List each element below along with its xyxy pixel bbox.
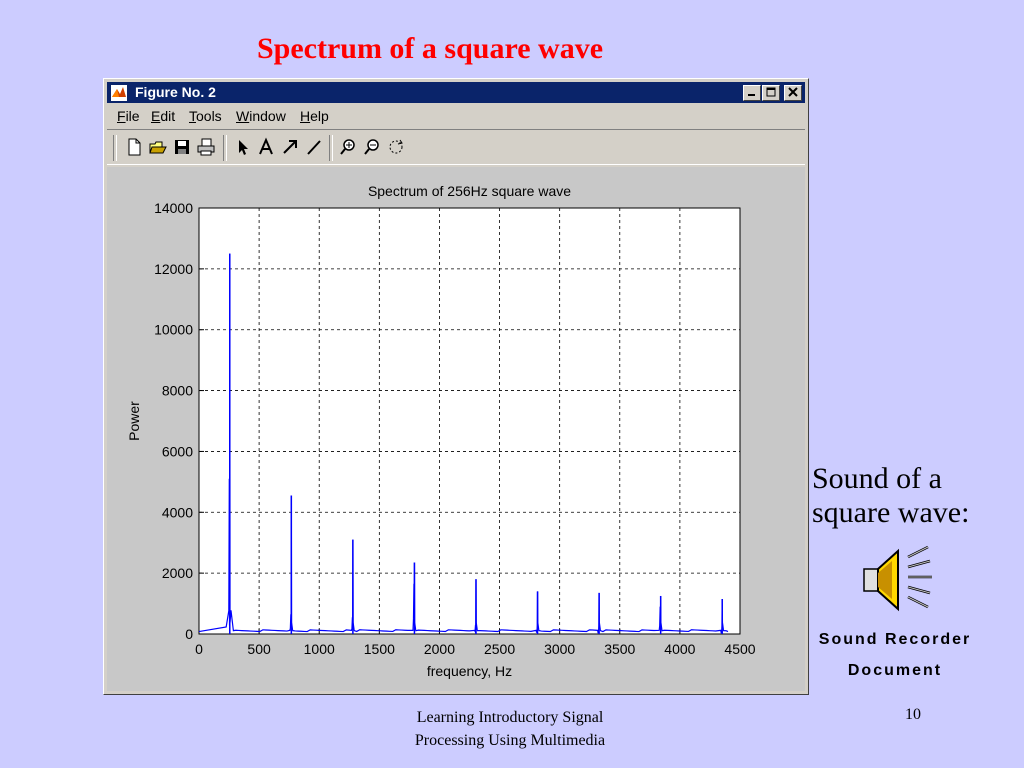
menu-help[interactable]: Help [300,108,329,124]
menu-window-rest: indow [249,108,286,124]
menu-edit-rest: dit [160,108,176,124]
recorder-label-line1[interactable]: Sound Recorder [805,631,985,649]
matlab-logo-icon [111,85,127,101]
minimize-icon [748,94,755,96]
recorder-label-line2[interactable]: Document [805,662,985,680]
arrow-cursor-icon[interactable] [231,136,253,158]
minimize-button[interactable] [743,85,761,101]
spectrum-chart[interactable]: 0 500 1000 1500 2000 2500 3000 3500 4000 4500 0 200… [107,167,805,691]
speaker-icon[interactable] [852,543,934,617]
x-tick-label: 4000 [664,641,695,657]
y-tick-label: 4000 [162,504,193,520]
toolbar-separator [223,135,227,161]
menu-file-key: F [117,108,126,124]
menu-file-rest: ile [125,108,140,124]
line-icon[interactable] [303,136,325,158]
x-axis-label: frequency, Hz [427,663,512,679]
y-tick-label: 6000 [162,443,193,459]
window-titlebar[interactable]: Figure No. 2 [107,82,805,103]
maximize-button[interactable] [762,85,780,101]
rotate-icon[interactable] [385,136,407,158]
text-A-icon[interactable] [255,136,277,158]
y-tick-label: 8000 [162,383,193,399]
axes-box [198,207,741,635]
y-tick-label: 2000 [162,565,193,581]
footer-line2: Processing Using Multimedia [414,732,606,749]
sound-caption: Sound of a square wave: [812,462,1022,530]
y-tick-label: 14000 [154,200,193,216]
close-button[interactable] [784,85,802,101]
menu-help-key: H [300,108,311,124]
window-title: Figure No. 2 [135,84,216,100]
y-tick-label: 0 [185,626,193,642]
x-tick-label: 2500 [484,641,515,657]
menu-window[interactable]: Window [236,108,286,124]
menu-window-key: W [236,108,250,124]
print-icon[interactable] [195,136,217,158]
menu-tools[interactable]: Tools [189,108,222,124]
footer-text: Learning Introductory Signal Processing … [370,706,650,752]
zoom-in-icon[interactable] [337,136,359,158]
toolbar-grip [113,135,117,161]
toolbar-separator-2 [329,135,333,161]
menu-edit[interactable]: Edit [151,108,175,124]
plot-area[interactable]: 0 500 1000 1500 2000 2500 3000 3500 4000 4500 0 200… [107,167,805,691]
chart-title: Spectrum of 256Hz square wave [368,183,571,199]
slide-title: Spectrum of a square wave [256,32,604,65]
close-icon [788,87,798,97]
open-folder-icon[interactable] [147,136,169,158]
menu-help-rest: elp [310,108,329,124]
menu-edit-key: E [151,108,161,124]
y-tick-label: 12000 [154,261,193,277]
page-number: 10 [905,706,921,723]
x-tick-label: 1500 [364,641,395,657]
sound-caption-line2: square wave: [812,496,970,529]
x-tick-label: 1000 [304,641,335,657]
footer-line1: Learning Introductory Signal [416,709,604,726]
menu-tools-rest: ools [196,108,222,124]
arrow-icon[interactable] [279,136,301,158]
maximize-icon [766,87,776,97]
figure-toolbar [107,129,805,165]
x-tick-label: 2000 [424,641,455,657]
x-tick-label: 0 [195,641,203,657]
new-file-icon[interactable] [123,136,145,158]
zoom-out-icon[interactable] [361,136,383,158]
y-tick-label: 10000 [154,322,193,338]
sound-caption-line1: Sound of a [812,462,942,495]
x-tick-label: 3500 [604,641,635,657]
menu-file[interactable]: File [117,108,140,124]
x-tick-label: 3000 [544,641,575,657]
save-icon[interactable] [171,136,193,158]
x-tick-label: 4500 [724,641,755,657]
menu-tools-key: T [189,108,196,124]
x-tick-label: 500 [247,641,271,657]
figure-window[interactable]: Figure No. 2 File Edit Tools Window Help [103,78,809,695]
menu-bar: File Edit Tools Window Help [107,105,805,127]
y-axis-label: Power [126,401,142,441]
